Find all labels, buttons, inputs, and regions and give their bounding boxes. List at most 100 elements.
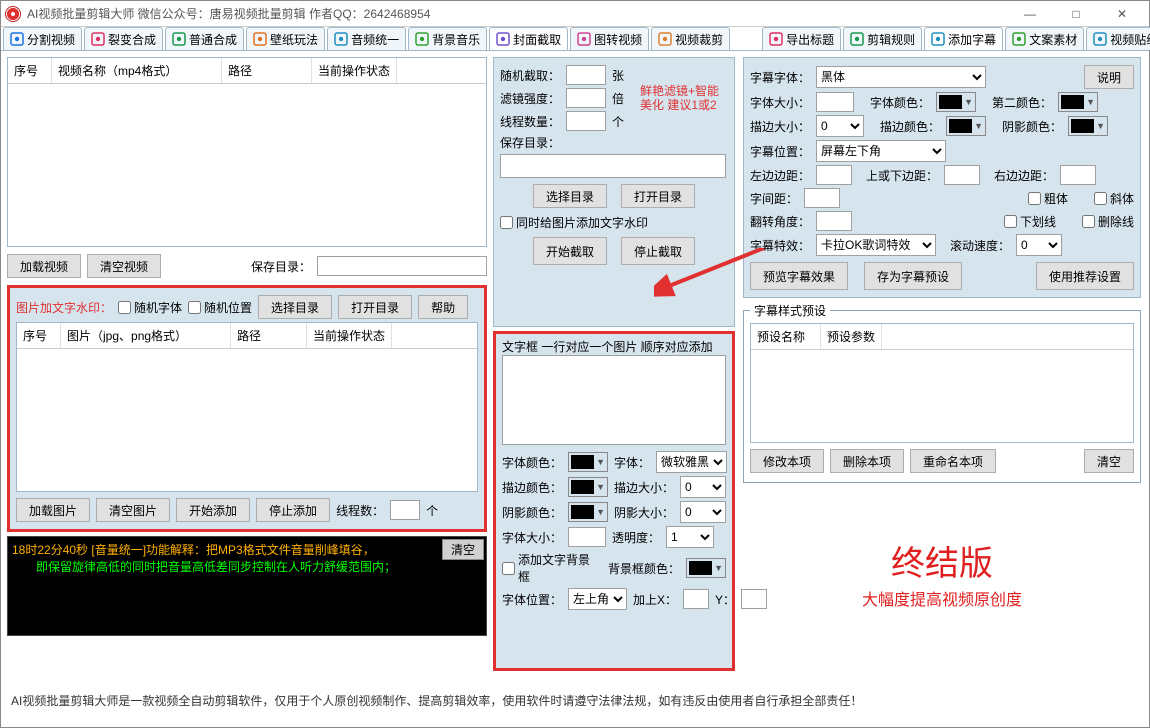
column-header[interactable]: 当前操作状态	[307, 323, 392, 348]
letter-spacing-input[interactable]	[804, 188, 840, 208]
preset-grid[interactable]: 预设名称预设参数	[750, 323, 1134, 443]
subtitle-pos-select[interactable]: 屏幕左下角	[816, 140, 946, 162]
sub-font-color-picker[interactable]: ▼	[936, 92, 976, 112]
column-header[interactable]: 路径	[222, 58, 312, 83]
add-x-input[interactable]	[683, 589, 709, 609]
stop-cut-button[interactable]: 停止截取	[621, 237, 695, 265]
tab-添加字幕[interactable]: 添加字幕	[924, 27, 1003, 50]
image-grid[interactable]: 序号图片（jpg、png格式）路径当前操作状态	[16, 322, 478, 492]
column-header[interactable]: 预设名称	[751, 324, 821, 349]
start-add-button[interactable]: 开始添加	[176, 498, 250, 522]
text-bg-checkbox[interactable]: 添加文字背景框	[502, 551, 602, 585]
clear-image-button[interactable]: 清空图片	[96, 498, 170, 522]
tab-视频贴纸[interactable]: 视频贴纸	[1086, 27, 1150, 50]
shadow-size-select[interactable]: 0	[680, 501, 726, 523]
underline-checkbox[interactable]: 下划线	[1004, 213, 1056, 230]
watermark-title: 图片加文字水印：	[16, 299, 112, 316]
text-pos-select[interactable]: 左上角	[568, 588, 627, 610]
tab-壁纸玩法[interactable]: 壁纸玩法	[246, 27, 325, 50]
opacity-select[interactable]: 1	[666, 526, 714, 548]
textbox-title: 文字框 一行对应一个图片 顺序对应添加	[502, 338, 726, 355]
tab-音频统一[interactable]: 音频统一	[327, 27, 406, 50]
sub-color2-picker[interactable]: ▼	[1058, 92, 1098, 112]
bold-checkbox[interactable]: 粗体	[1028, 190, 1068, 207]
top-margin-input[interactable]	[944, 165, 980, 185]
open-dir-button[interactable]: 打开目录	[338, 295, 412, 319]
load-image-button[interactable]: 加载图片	[16, 498, 90, 522]
tab-封面截取[interactable]: 封面截取	[489, 27, 568, 50]
close-button[interactable]: ✕	[1099, 1, 1145, 27]
start-cut-button[interactable]: 开始截取	[533, 237, 607, 265]
column-header[interactable]: 序号	[17, 323, 61, 348]
column-header[interactable]: 预设参数	[821, 324, 882, 349]
tab-icon	[10, 32, 24, 46]
tab-文案素材[interactable]: 文案素材	[1005, 27, 1084, 50]
use-recommended-button[interactable]: 使用推荐设置	[1036, 262, 1134, 290]
tab-背景音乐[interactable]: 背景音乐	[408, 27, 487, 50]
mid-choose-dir-button[interactable]: 选择目录	[533, 184, 607, 208]
column-header[interactable]: 序号	[8, 58, 52, 83]
sub-stroke-size-select[interactable]: 0	[816, 115, 864, 137]
stroke-color-picker[interactable]: ▼	[568, 477, 608, 497]
bg-color-picker[interactable]: ▼	[686, 558, 726, 578]
mid-threads-input[interactable]	[566, 111, 606, 131]
load-video-button[interactable]: 加载视频	[7, 254, 81, 278]
column-header[interactable]: 当前操作状态	[312, 58, 397, 83]
text-lines-textarea[interactable]	[502, 355, 726, 445]
save-preset-button[interactable]: 存为字幕预设	[864, 262, 962, 290]
random-cut-input[interactable]	[566, 65, 606, 85]
sub-shadow-color-picker[interactable]: ▼	[1068, 116, 1108, 136]
column-header[interactable]: 视频名称（mp4格式）	[52, 58, 222, 83]
strike-checkbox[interactable]: 删除线	[1082, 213, 1134, 230]
rotate-input[interactable]	[816, 211, 852, 231]
tab-裂变合成[interactable]: 裂变合成	[84, 27, 163, 50]
font-color-picker[interactable]: ▼	[568, 452, 608, 472]
italic-checkbox[interactable]: 斜体	[1094, 190, 1134, 207]
clear-video-button[interactable]: 清空视频	[87, 254, 161, 278]
tab-普通合成[interactable]: 普通合成	[165, 27, 244, 50]
tab-图转视频[interactable]: 图转视频	[570, 27, 649, 50]
mid-save-dir-input[interactable]	[500, 154, 726, 178]
mid-font-size-input[interactable]	[568, 527, 606, 547]
left-margin-input[interactable]	[816, 165, 852, 185]
tab-导出标题[interactable]: 导出标题	[762, 27, 841, 50]
threads-label: 线程数：	[336, 502, 384, 519]
filter-strength-input[interactable]	[566, 88, 606, 108]
modify-preset-button[interactable]: 修改本项	[750, 449, 824, 473]
random-font-checkbox[interactable]: 随机字体	[118, 299, 182, 316]
choose-dir-button[interactable]: 选择目录	[258, 295, 332, 319]
rename-preset-button[interactable]: 重命名本项	[910, 449, 996, 473]
right-margin-input[interactable]	[1060, 165, 1096, 185]
console-clear-button[interactable]: 清空	[442, 539, 484, 560]
video-grid[interactable]: 序号视频名称（mp4格式）路径当前操作状态	[7, 57, 487, 247]
tab-分割视频[interactable]: 分割视频	[3, 27, 82, 50]
tab-视频裁剪[interactable]: 视频裁剪	[651, 27, 730, 50]
stroke-size-select[interactable]: 0	[680, 476, 726, 498]
log-line-2: 即保留旋律高低的同时把音量高低差同步控制在人听力舒缓范围内；	[12, 558, 482, 575]
column-header[interactable]: 图片（jpg、png格式）	[61, 323, 231, 348]
stop-add-button[interactable]: 停止添加	[256, 498, 330, 522]
help-button[interactable]: 帮助	[418, 295, 468, 319]
random-position-checkbox[interactable]: 随机位置	[188, 299, 252, 316]
threads-input[interactable]	[390, 500, 420, 520]
delete-preset-button[interactable]: 删除本项	[830, 449, 904, 473]
save-dir-input[interactable]	[317, 256, 487, 276]
scroll-speed-select[interactable]: 0	[1016, 234, 1062, 256]
subtitle-font-select[interactable]: 黑体	[816, 66, 986, 88]
effect-select[interactable]: 卡拉OK歌词特效	[816, 234, 936, 256]
maximize-button[interactable]: □	[1053, 1, 1099, 27]
add-watermark-checkbox[interactable]: 同时给图片添加文字水印	[500, 214, 648, 231]
subtitle-font-size-input[interactable]	[816, 92, 854, 112]
preview-subtitle-button[interactable]: 预览字幕效果	[750, 262, 848, 290]
font-select[interactable]: 微软雅黑	[656, 451, 727, 473]
explain-button[interactable]: 说明	[1084, 65, 1134, 89]
tab-剪辑规则[interactable]: 剪辑规则	[843, 27, 922, 50]
titlebar: AI视频批量剪辑大师 微信公众号：唐易视频批量剪辑 作者QQ：264246895…	[1, 1, 1149, 27]
column-header[interactable]: 路径	[231, 323, 307, 348]
add-y-input[interactable]	[741, 589, 767, 609]
mid-open-dir-button[interactable]: 打开目录	[621, 184, 695, 208]
shadow-color-picker[interactable]: ▼	[568, 502, 608, 522]
minimize-button[interactable]: —	[1007, 1, 1053, 27]
clear-preset-button[interactable]: 清空	[1084, 449, 1134, 473]
sub-stroke-color-picker[interactable]: ▼	[946, 116, 986, 136]
